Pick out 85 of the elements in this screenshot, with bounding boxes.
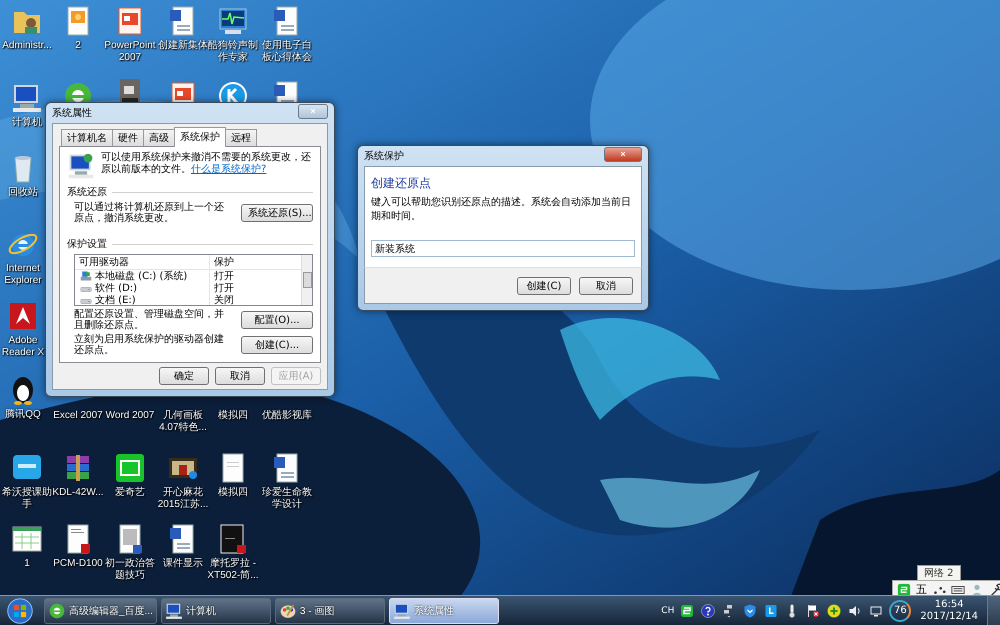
description-text: 配置还原设置、管理磁盘空间，并且删除还原点。: [74, 309, 225, 331]
app-icon[interactable]: [114, 452, 146, 484]
icon-label[interactable]: PCM-D100: [53, 558, 103, 570]
computer-icon: [67, 152, 95, 180]
icon-label[interactable]: 初一政治答题技巧: [104, 558, 156, 582]
column-header[interactable]: 保护: [209, 255, 234, 269]
drive-icon: [79, 270, 93, 282]
taskbar-button[interactable]: 计算机: [160, 598, 271, 624]
icon-label[interactable]: 1: [24, 558, 30, 570]
gauge-reading[interactable]: 76: [889, 600, 912, 622]
table-cell: 打开: [209, 269, 234, 283]
tooltip: 网络 2: [917, 565, 961, 581]
browser-icon: [48, 602, 66, 620]
tab[interactable]: 计算机名: [61, 129, 113, 146]
wrench-icon[interactable]: [989, 582, 1000, 596]
button[interactable]: 配置(O)...: [241, 311, 313, 329]
table-cell: 打开: [209, 281, 234, 295]
section-heading: 保护设置: [67, 238, 107, 251]
description-text: 可以通过将计算机还原到上一个还原点，撤消系统更改。: [74, 202, 225, 224]
icon-label[interactable]: PowerPoint 2007: [104, 40, 156, 64]
button[interactable]: 创建(C): [517, 277, 571, 295]
icon-label[interactable]: 优酷影视库: [262, 410, 312, 422]
window-title: 系统属性: [52, 106, 92, 120]
close-button[interactable]: [604, 146, 642, 162]
app-icon[interactable]: [679, 602, 696, 618]
plus-icon[interactable]: [826, 602, 842, 618]
button[interactable]: 系统还原(S)...: [241, 204, 313, 222]
button[interactable]: 取消: [215, 367, 265, 385]
icon-label[interactable]: 创建新集体: [158, 40, 208, 52]
table-cell: 关闭: [209, 293, 234, 305]
description-text: 可以使用系统保护来撤消不需要的系统更改，还原以前版本的文件。什么是系统保护?: [101, 152, 312, 176]
input-field[interactable]: 新装系统: [371, 240, 635, 257]
icon-label[interactable]: Word 2007: [106, 410, 154, 422]
help-icon[interactable]: [700, 602, 716, 618]
close-button[interactable]: [298, 104, 328, 118]
icon-label[interactable]: 珍爱生命教学设计: [261, 487, 313, 511]
icon-label[interactable]: 课件显示: [163, 558, 203, 570]
taskbar-button[interactable]: 高级编辑器_百度...: [44, 598, 157, 624]
dialog-heading: 创建还原点: [371, 175, 432, 192]
icon-label[interactable]: 腾讯QQ: [5, 409, 41, 421]
help-link[interactable]: 什么是系统保护?: [191, 164, 266, 175]
taskbar-button[interactable]: 3 - 画图: [274, 598, 385, 624]
computer-icon[interactable]: [11, 82, 43, 114]
input-mode[interactable]: 五: [916, 582, 927, 597]
description-text: 键入可以帮助您识别还原点的描述。系统会自动添加当前日期和时间。: [371, 196, 632, 223]
icon-label[interactable]: 几何画板 4.07特色...: [157, 410, 209, 434]
drive-name[interactable]: 软件 (D:): [95, 281, 138, 295]
drive-name[interactable]: 文档 (E:): [95, 293, 136, 305]
icon-label[interactable]: 模拟四: [218, 487, 248, 499]
tab[interactable]: 硬件: [112, 129, 144, 146]
icon-label[interactable]: Excel 2007: [53, 410, 103, 422]
drive-name[interactable]: 本地磁盘 (C:) (系统): [95, 269, 188, 283]
computer-icon: [164, 602, 183, 620]
icon-label[interactable]: Internet Explorer: [1, 263, 45, 287]
language-indicator[interactable]: CH: [661, 606, 674, 616]
icon-label[interactable]: Adobe Reader X: [1, 335, 45, 359]
icon-label[interactable]: 酷狗铃声制作专家: [207, 40, 259, 64]
computer-icon: [392, 602, 411, 620]
app-icon[interactable]: [897, 582, 911, 596]
icon-label[interactable]: 模拟四: [218, 410, 248, 422]
palette-icon: [278, 602, 297, 620]
icon-label[interactable]: 开心麻花 2015江苏...: [157, 487, 209, 511]
tab[interactable]: 远程: [225, 129, 257, 146]
icon-label[interactable]: 2: [75, 40, 81, 52]
scrollbar[interactable]: [301, 255, 312, 305]
clock-time[interactable]: 16:54: [934, 598, 964, 610]
column-header[interactable]: 可用驱动器: [79, 255, 209, 269]
button[interactable]: 取消: [579, 277, 633, 295]
button[interactable]: 创建(C)...: [241, 336, 313, 354]
section-heading: 系统还原: [67, 186, 107, 199]
tab[interactable]: 系统保护: [174, 127, 226, 147]
icon-label[interactable]: 爱奇艺: [115, 487, 145, 499]
window-title: 系统保护: [364, 150, 404, 163]
icon-label[interactable]: 摩托罗拉 -XT502-简...: [207, 558, 259, 582]
icon-label[interactable]: 使用电子白板心得体会: [261, 40, 313, 64]
tab[interactable]: 高级: [143, 129, 175, 146]
shield-icon[interactable]: [742, 602, 758, 618]
flag-icon[interactable]: [805, 602, 822, 618]
app-icon[interactable]: [763, 602, 780, 618]
icon-label[interactable]: Administr...: [2, 40, 52, 52]
button[interactable]: 确定: [159, 367, 209, 385]
icon-label[interactable]: KDL-42W...: [52, 487, 104, 499]
icon-label[interactable]: 希沃授课助手: [1, 487, 53, 511]
clock-date[interactable]: 2017/12/14: [920, 610, 978, 622]
description-text: 立刻为启用系统保护的驱动器创建还原点。: [74, 334, 225, 356]
